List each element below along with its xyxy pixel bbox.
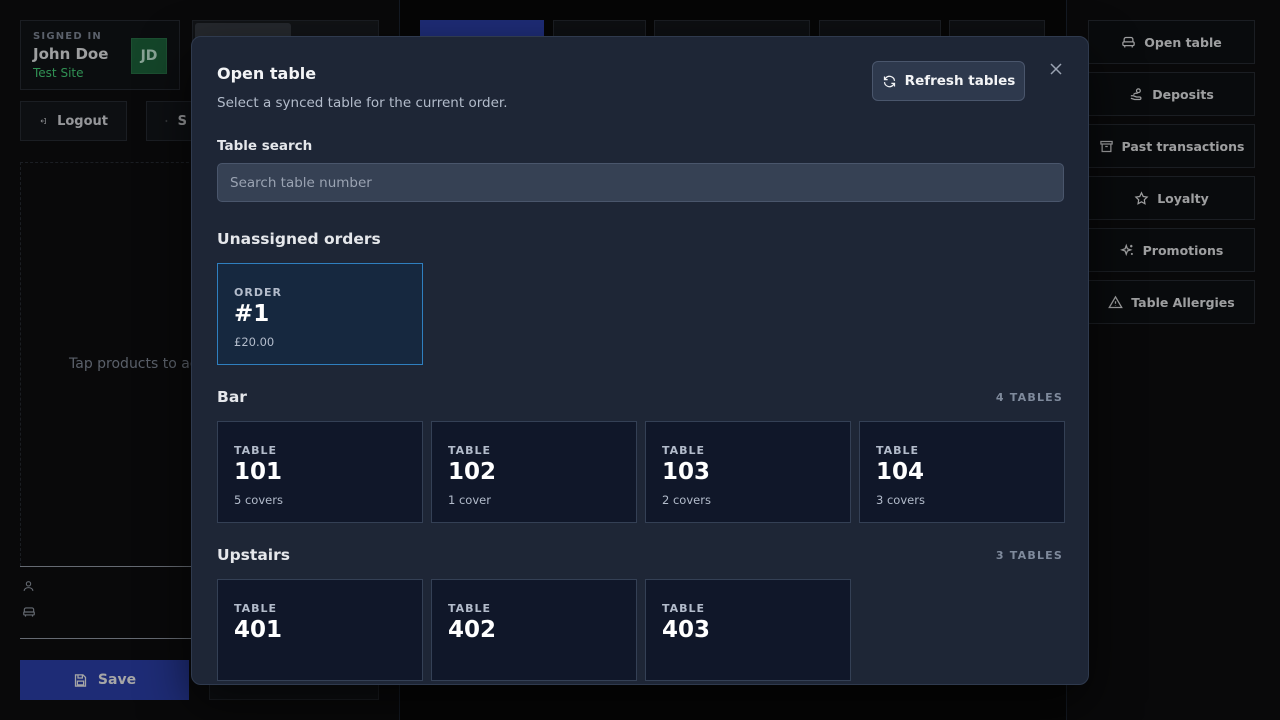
table-card[interactable]: TABLE 102 1 cover (431, 421, 637, 523)
table-card[interactable]: TABLE 101 5 covers (217, 421, 423, 523)
unassigned-orders-title: Unassigned orders (217, 230, 381, 248)
table-card[interactable]: TABLE 403 (645, 579, 851, 681)
order-number: #1 (234, 301, 270, 327)
table-number: 103 (662, 459, 711, 485)
table-number: 403 (662, 617, 711, 643)
table-search-label: Table search (217, 138, 313, 154)
card-kind: ORDER (234, 286, 282, 299)
refresh-icon (883, 75, 895, 87)
table-covers: 1 cover (448, 493, 491, 507)
table-number: 104 (876, 459, 925, 485)
card-kind: TABLE (234, 602, 278, 615)
section-count-bar: 4 TABLES (995, 391, 1063, 404)
card-kind: TABLE (876, 444, 920, 457)
close-button[interactable] (1048, 61, 1064, 77)
card-kind: TABLE (662, 602, 706, 615)
table-number: 401 (234, 617, 283, 643)
section-title-bar: Bar (217, 388, 247, 406)
table-card[interactable]: TABLE 402 (431, 579, 637, 681)
table-search-input[interactable] (217, 163, 1064, 202)
table-number: 102 (448, 459, 497, 485)
card-kind: TABLE (448, 444, 492, 457)
table-covers: 5 covers (234, 493, 283, 507)
card-kind: TABLE (234, 444, 278, 457)
table-covers: 3 covers (876, 493, 925, 507)
open-table-dialog: Open table Select a synced table for the… (191, 36, 1089, 685)
order-amount: £20.00 (234, 335, 275, 349)
dialog-subtitle: Select a synced table for the current or… (217, 95, 508, 111)
table-card[interactable]: TABLE 104 3 covers (859, 421, 1065, 523)
table-card[interactable]: TABLE 401 (217, 579, 423, 681)
dialog-title: Open table (217, 64, 317, 83)
refresh-tables-button[interactable]: Refresh tables (872, 61, 1025, 101)
table-number: 402 (448, 617, 497, 643)
refresh-tables-label: Refresh tables (904, 73, 1016, 89)
table-covers: 2 covers (662, 493, 711, 507)
card-kind: TABLE (448, 602, 492, 615)
table-card[interactable]: TABLE 103 2 covers (645, 421, 851, 523)
table-number: 101 (234, 459, 283, 485)
card-kind: TABLE (662, 444, 706, 457)
order-card[interactable]: ORDER #1 £20.00 (217, 263, 423, 365)
close-icon (1050, 63, 1062, 75)
section-title-upstairs: Upstairs (217, 546, 290, 564)
section-count-upstairs: 3 TABLES (995, 549, 1063, 562)
